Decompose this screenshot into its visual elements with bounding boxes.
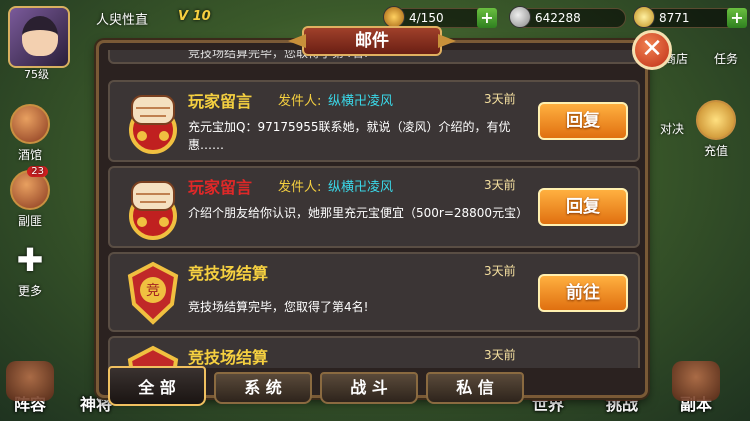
stamina-value: 4/150 (409, 11, 444, 25)
more-label: 更多 (17, 284, 42, 298)
goto-button[interactable]: 前往 (538, 274, 628, 312)
mail-title: 玩家留言 (188, 92, 253, 111)
sender-name: 纵横卍凌风 (328, 180, 394, 195)
gold-value: 8771 (659, 11, 690, 25)
mail-list[interactable]: 竞技场结算完毕，您取得了第4名! 玩家留言 发件人: 纵横卍凌风 3天前 充元宝… (108, 50, 640, 368)
sender-label: 发件人: (278, 180, 322, 195)
arena-emblem-icon (127, 345, 179, 368)
handshake-icon (129, 95, 177, 154)
bandit-label: 副匪 (17, 214, 42, 228)
mail-title: 竞技场结算 (188, 264, 269, 283)
mail-body: 竞技场结算完毕，您取得了第4名! (188, 300, 369, 314)
duel-button[interactable]: 对决 (648, 120, 696, 137)
close-button[interactable]: ✕ (632, 30, 672, 70)
dialog-title: 邮件 (302, 26, 442, 56)
mail-item[interactable]: 玩家留言 发件人: 纵横卍凌风 3天前 充元宝加Q：97175955联系她，就说… (108, 80, 640, 162)
dungeon-button[interactable]: 副本 (672, 361, 720, 415)
player-avatar[interactable] (8, 6, 70, 68)
notification-badge: 23 (27, 166, 48, 177)
tab-private[interactable]: 私 信 (426, 372, 524, 404)
bandit-button[interactable]: 23 副匪 (6, 166, 54, 229)
lineup-button[interactable]: 阵容 (6, 361, 54, 415)
recharge-label: 充值 (703, 144, 728, 158)
mail-item[interactable]: 玩家留言 发件人: 纵横卍凌风 3天前 介绍个朋友给你认识，她那里充元宝便宜（5… (108, 166, 640, 248)
quest-button[interactable]: 任务 (702, 50, 750, 67)
reply-button[interactable]: 回复 (538, 102, 628, 140)
mail-title: 竞技场结算 (188, 348, 269, 367)
duel-label: 对决 (659, 122, 684, 136)
mail-body: 介绍个朋友给你认识，她那里充元宝便宜（500r=28800元宝） (188, 206, 529, 220)
plus-icon: ✚ (16, 241, 44, 279)
vip-level: V 10 (178, 9, 211, 24)
svg-text:竞: 竞 (146, 282, 160, 299)
mail-time: 3天前 (484, 92, 516, 106)
stamina-counter: 4/150 + (383, 6, 497, 28)
gold-ingot-icon (633, 6, 655, 28)
reply-button[interactable]: 回复 (538, 188, 628, 226)
player-level: 75级 (24, 68, 49, 81)
silver-coin-icon (509, 6, 531, 28)
mail-item[interactable]: 竞 竞技场结算 3天前 竞技场结算完毕，您取得了第4名! 前往 (108, 252, 640, 332)
add-gold-button[interactable]: + (727, 8, 747, 28)
add-stamina-button[interactable]: + (477, 8, 497, 28)
treasure-icon (696, 100, 736, 140)
arena-emblem-icon: 竞 (127, 261, 179, 325)
mail-item[interactable]: 竞技场结算 3天前 (108, 336, 640, 368)
avatar-face (22, 16, 58, 56)
tavern-label: 酒馆 (17, 148, 42, 162)
sender-label: 发件人: (278, 94, 322, 109)
mail-body: 充元宝加Q：97175955联系她，就说（凌风）介绍的，有优惠…… (188, 120, 511, 152)
gold-counter: 8771 + (633, 6, 747, 28)
recharge-button[interactable]: 充值 (692, 100, 740, 159)
mail-time: 3天前 (484, 178, 516, 192)
mail-time: 3天前 (484, 348, 516, 362)
tab-battle[interactable]: 战 斗 (320, 372, 418, 404)
lineup-icon (6, 361, 54, 401)
quest-label: 任务 (713, 52, 738, 66)
handshake-icon (129, 181, 177, 240)
dungeon-icon (672, 361, 720, 401)
mail-dialog: 邮件 ✕ 竞技场结算完毕，您取得了第4名! 玩家留言 发件人: 纵横卍凌风 3天… (96, 26, 672, 406)
sender-name: 纵横卍凌风 (328, 94, 394, 109)
stamina-icon (383, 6, 405, 28)
mail-time: 3天前 (484, 264, 516, 278)
tab-all[interactable]: 全 部 (108, 366, 206, 406)
silver-counter: 642288 (509, 6, 626, 28)
mail-tabs: 全 部 系 统 战 斗 私 信 (108, 366, 638, 406)
more-button[interactable]: ✚ 更多 (6, 240, 54, 299)
silver-value: 642288 (535, 11, 581, 25)
tavern-icon (10, 104, 50, 144)
tavern-button[interactable]: 酒馆 (6, 104, 54, 163)
tab-system[interactable]: 系 统 (214, 372, 312, 404)
mail-title-unread: 玩家留言 (188, 178, 253, 197)
